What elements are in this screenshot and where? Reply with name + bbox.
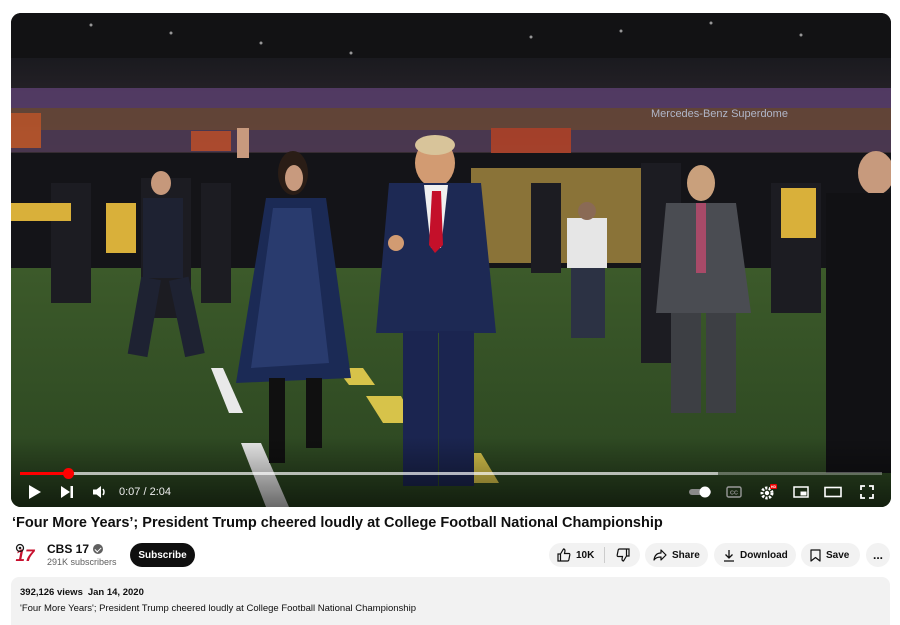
miniplayer-icon: [793, 486, 809, 498]
fullscreen-icon: [860, 485, 874, 499]
miniplayer-button[interactable]: [789, 479, 813, 505]
subscribe-button[interactable]: Subscribe: [130, 543, 195, 567]
subscriber-count: 291K subscribers: [47, 557, 117, 567]
description-meta: 392,126 views Jan 14, 2020: [20, 587, 881, 598]
fullscreen-button[interactable]: [855, 479, 879, 505]
hd-badge: HD: [771, 485, 777, 489]
autoplay-toggle-icon: [689, 486, 711, 498]
next-button[interactable]: [55, 479, 79, 505]
settings-button[interactable]: HD: [756, 479, 780, 505]
player-controls: 0:07 / 2:04 CC HD: [11, 479, 891, 505]
video-frame[interactable]: Mercedes-Benz Superdome: [11, 13, 891, 507]
captions-icon: CC: [726, 486, 742, 498]
next-icon: [61, 486, 73, 498]
more-icon: ...: [872, 548, 883, 562]
time-display: 0:07 / 2:04: [119, 479, 171, 505]
play-button[interactable]: [23, 479, 47, 505]
dislike-button[interactable]: [605, 543, 640, 567]
progress-bar[interactable]: [20, 468, 882, 479]
channel-name-row[interactable]: CBS 17: [47, 542, 104, 556]
theater-icon: [824, 486, 842, 498]
watch-page: Mercedes-Benz Superdome 0:07 / 2:04 CC H…: [0, 0, 900, 625]
settings-icon: HD: [760, 484, 777, 500]
play-icon: [29, 485, 41, 499]
theater-mode-button[interactable]: [821, 479, 845, 505]
description-box[interactable]: 392,126 views Jan 14, 2020 'Four More Yea…: [11, 577, 890, 625]
channel-avatar[interactable]: 17: [12, 542, 38, 566]
video-frame-image: Mercedes-Benz Superdome: [11, 13, 891, 507]
thumbs-down-icon: [616, 548, 630, 562]
video-title: ‘Four More Years’; President Trump cheer…: [12, 515, 663, 531]
view-count: 392,126 views: [20, 587, 83, 598]
description-text: 'Four More Years'; President Trump cheer…: [20, 603, 416, 614]
share-button[interactable]: Share: [645, 543, 708, 567]
upload-date: Jan 14, 2020: [87, 587, 144, 598]
video-player[interactable]: Mercedes-Benz Superdome 0:07 / 2:04 CC H…: [11, 13, 891, 507]
share-icon: [653, 549, 667, 561]
more-actions-button[interactable]: ...: [866, 543, 890, 567]
download-button[interactable]: Download: [714, 543, 796, 567]
volume-button[interactable]: [88, 479, 112, 505]
thumbs-up-icon: [557, 548, 571, 562]
svg-text:CC: CC: [730, 491, 738, 497]
volume-icon: [93, 486, 105, 498]
like-count: 10K: [576, 549, 595, 561]
time-separator: /: [140, 486, 150, 498]
download-label: Download: [740, 549, 788, 561]
duration: 2:04: [149, 486, 172, 498]
svg-text:17: 17: [16, 546, 36, 565]
like-dislike-group: 10K: [549, 543, 640, 567]
save-button[interactable]: Save: [801, 543, 860, 567]
save-label: Save: [826, 549, 850, 561]
bookmark-icon: [810, 548, 821, 562]
share-label: Share: [672, 549, 700, 561]
verified-icon: [93, 544, 104, 554]
venue-sign: Mercedes-Benz Superdome: [651, 108, 788, 120]
progress-played: [20, 472, 69, 475]
cbs17-logo-icon: 17: [12, 542, 38, 566]
channel-name[interactable]: CBS 17: [47, 542, 89, 556]
captions-button[interactable]: CC: [722, 479, 746, 505]
progress-buffered: [20, 472, 719, 475]
autoplay-toggle[interactable]: [686, 479, 716, 505]
download-icon: [724, 549, 734, 562]
current-time: 0:07: [119, 486, 141, 498]
like-button[interactable]: 10K: [549, 543, 604, 567]
